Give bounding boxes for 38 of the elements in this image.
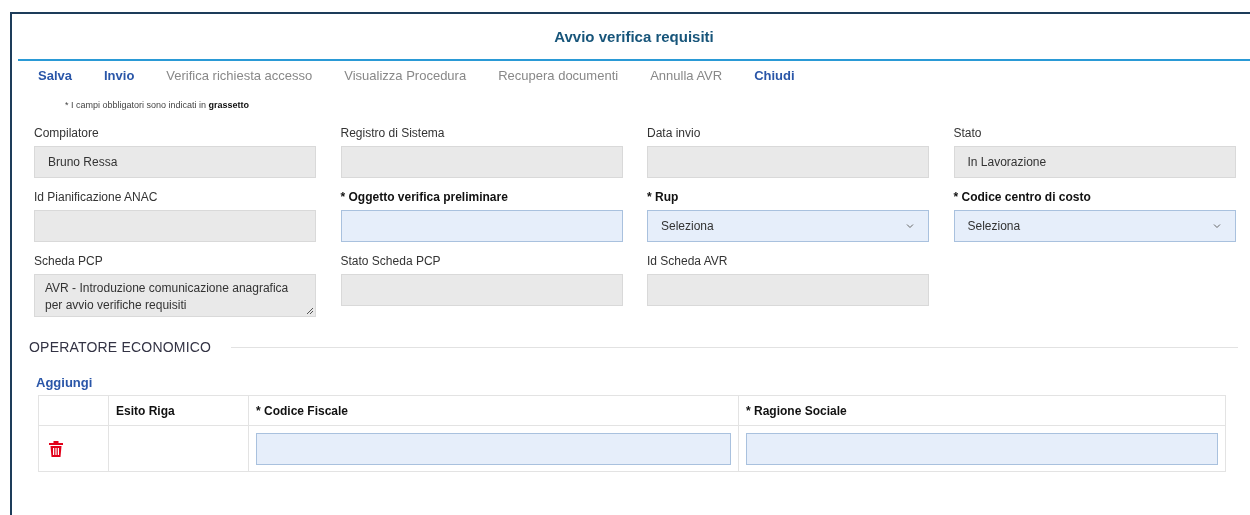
input-field[interactable] [647, 146, 929, 178]
field-label: Id Scheda AVR [647, 254, 729, 269]
field-label: Id Pianificazione ANAC [34, 190, 159, 205]
field-label: Registro di Sistema [340, 126, 446, 141]
add-link[interactable]: Aggiungi [12, 355, 93, 390]
input-field[interactable] [256, 432, 731, 465]
input-field[interactable] [34, 210, 316, 242]
field-label: Data invio [647, 126, 702, 141]
column-header: * Codice Fiscale [248, 395, 739, 426]
input-field[interactable]: In Lavorazione [953, 146, 1236, 178]
text-area[interactable]: AVR - Introduzione comunicazione anagrafica per avvio verifiche requisiti [34, 274, 316, 317]
field-label: Stato Scheda PCP [340, 254, 442, 269]
field-label: * Rup [647, 190, 680, 205]
section-title: OPERATORE ECONOMICO [29, 339, 212, 355]
field-label: Stato [953, 126, 983, 141]
input-field[interactable] [340, 274, 623, 306]
field-label: * Oggetto verifica preliminare [340, 190, 509, 205]
input-field[interactable] [746, 432, 1218, 465]
window-title: Avvio verifica requisiti [554, 28, 714, 45]
column-header: * Ragione Sociale [738, 395, 1226, 426]
field-label: * Codice centro di costo [953, 190, 1092, 205]
column-header: Esito Riga [108, 395, 249, 426]
input-field[interactable]: Bruno Ressa [34, 146, 316, 178]
required-fields-note: * I campi obbligatori sono indicati in grassetto [64, 99, 251, 112]
select-field[interactable]: Seleziona [647, 210, 929, 242]
input-field[interactable] [340, 146, 623, 178]
chevron-down-icon [1212, 223, 1221, 229]
input-field[interactable] [340, 210, 623, 242]
toolbar-link[interactable]: Invio [104, 68, 135, 90]
toolbar-link[interactable]: Chiudi [754, 68, 795, 90]
field-label: Scheda PCP [34, 254, 104, 269]
trash-icon[interactable] [49, 440, 63, 457]
chevron-down-icon [906, 223, 914, 229]
field-label: Compilatore [34, 126, 100, 141]
toolbar-link[interactable]: Salva [38, 68, 72, 90]
select-field[interactable]: Seleziona [953, 210, 1236, 242]
resize-handle-icon[interactable] [306, 307, 313, 314]
input-field[interactable] [647, 274, 929, 306]
